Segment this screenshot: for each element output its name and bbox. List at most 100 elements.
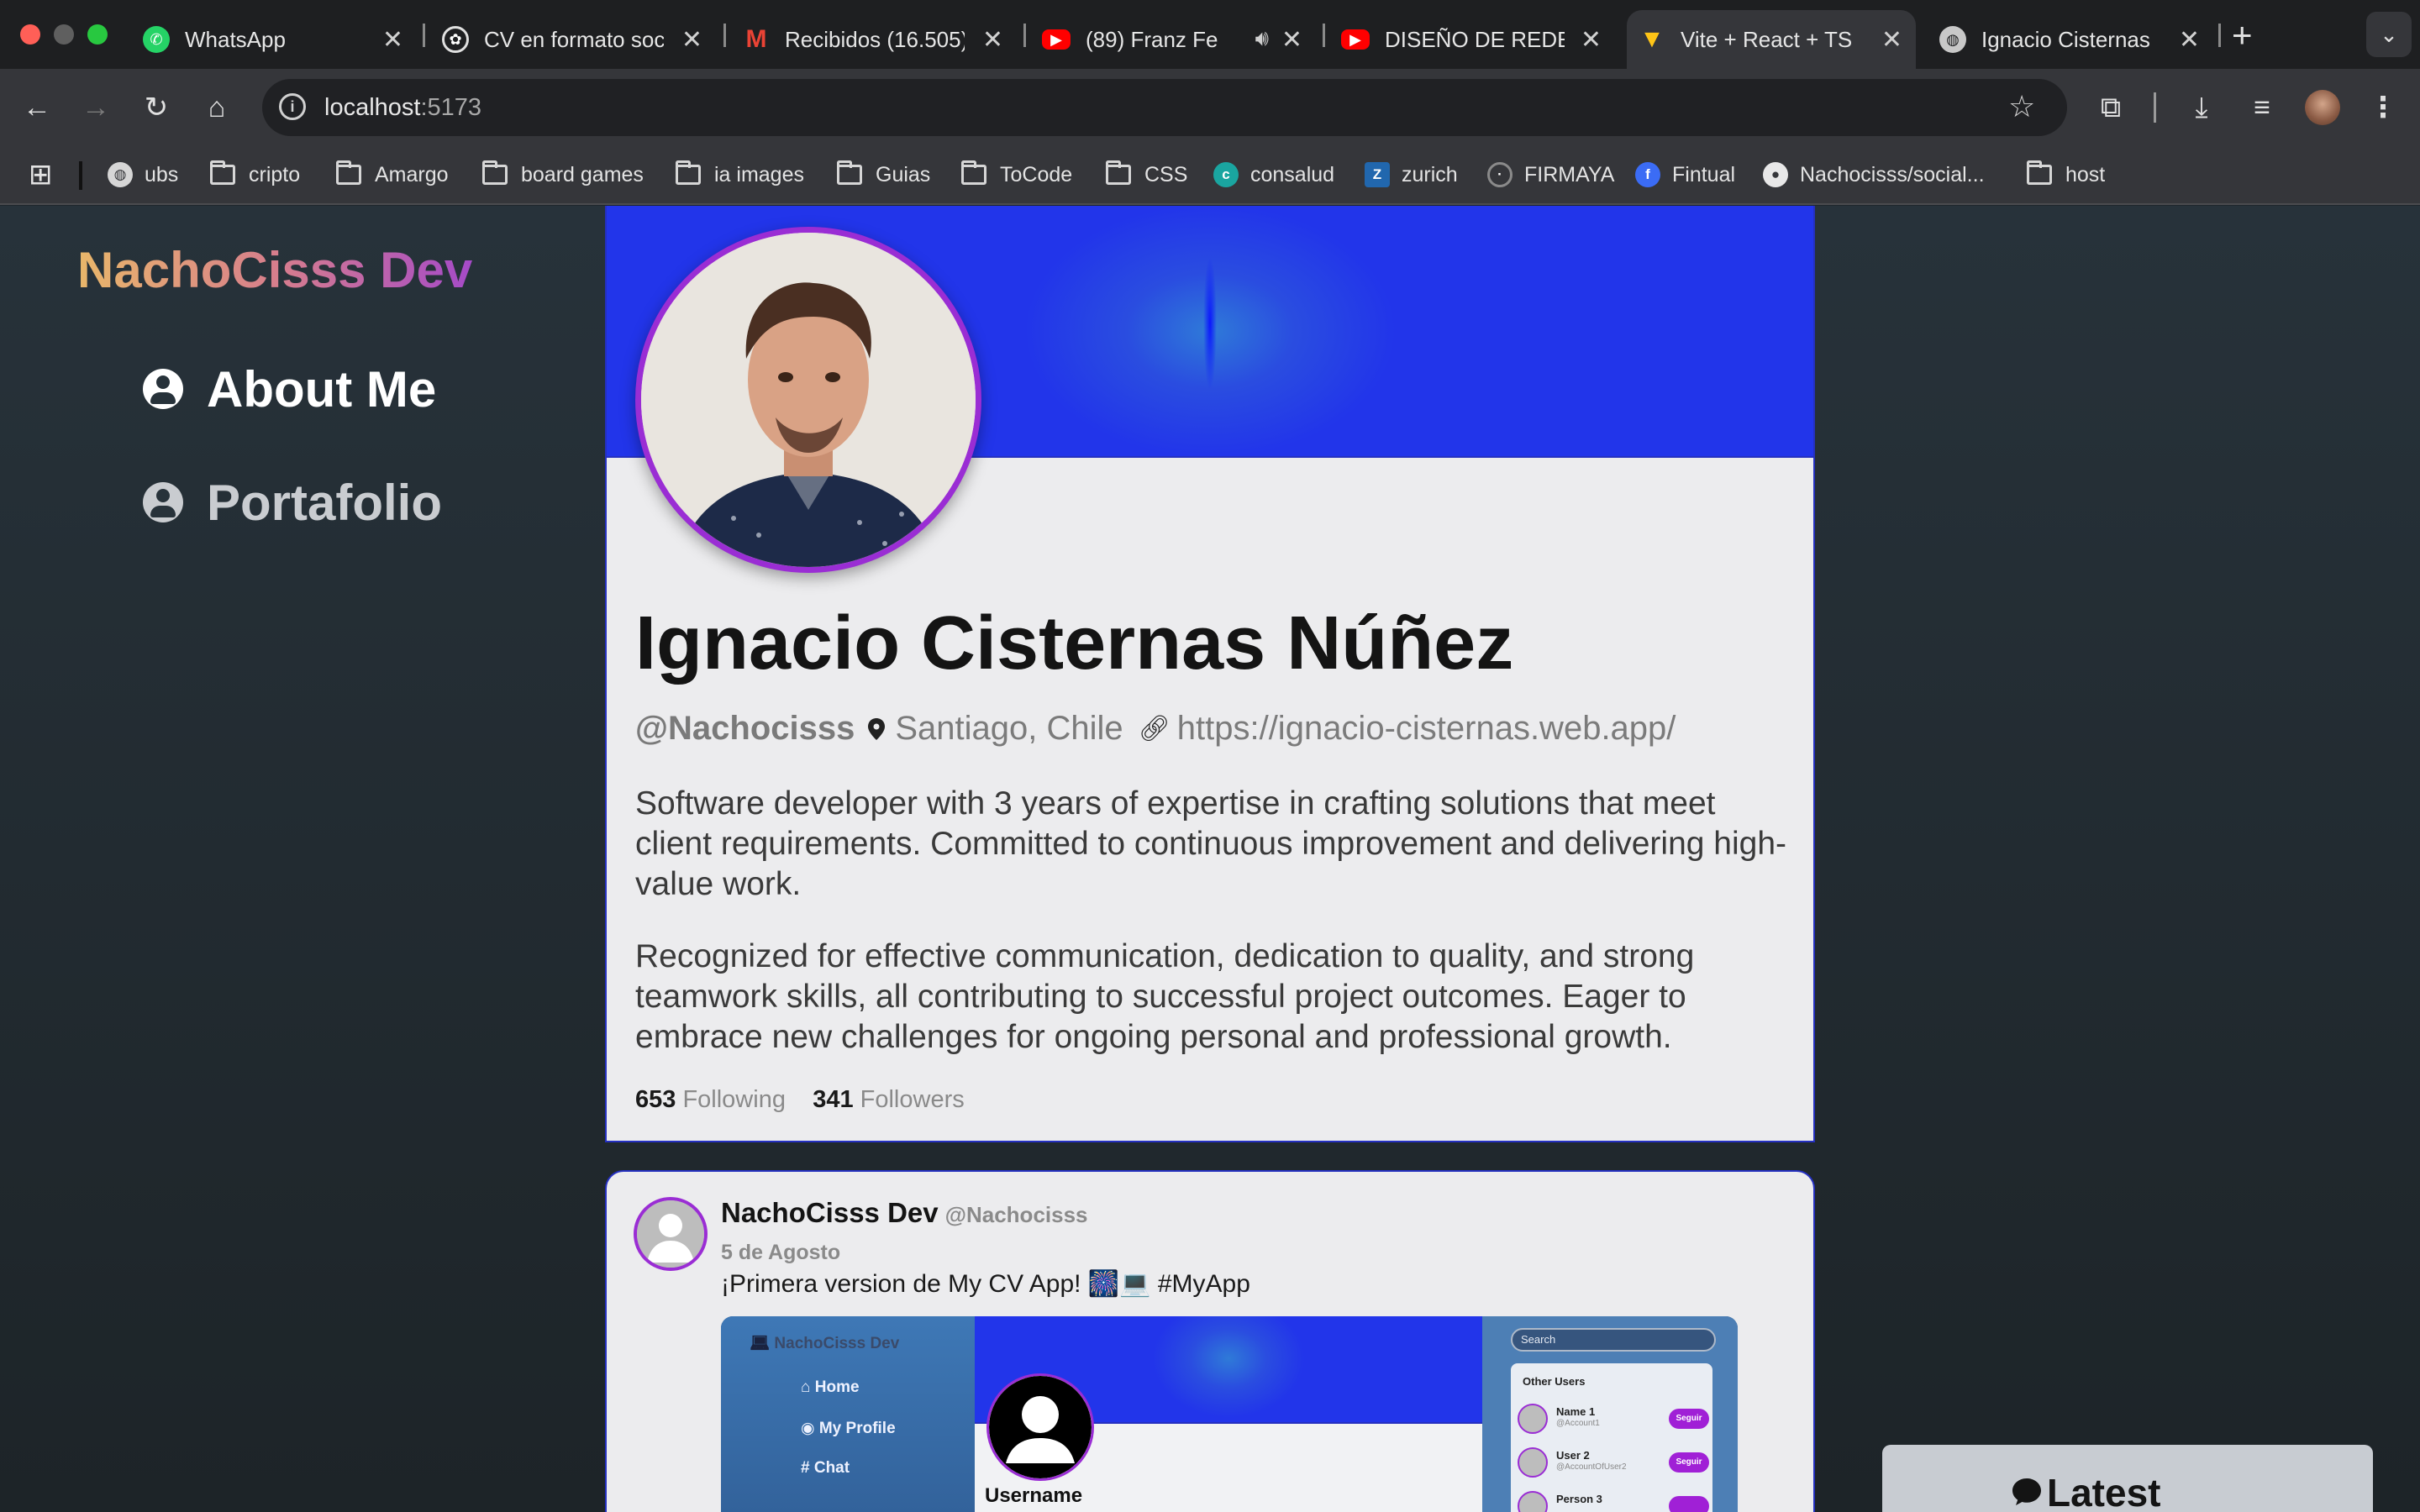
window-maximize-button[interactable] <box>87 24 108 45</box>
following-label[interactable]: Following <box>682 1086 786 1113</box>
tab-whatsapp[interactable]: ✆ WhatsApp ✕ <box>131 10 417 69</box>
extensions-icon[interactable]: ⧉ <box>2089 86 2133 129</box>
bookmark-firmaya[interactable]: · FIRMAYA <box>1487 158 1614 192</box>
post-author[interactable]: NachoCisss Dev @Nachocisss <box>721 1197 1088 1229</box>
preview-brand: 💻︎ NachoCisss Dev <box>750 1335 900 1352</box>
media-controls-icon[interactable]: ≡ <box>2240 86 2284 129</box>
bookmark-star-icon[interactable]: ☆ <box>2008 89 2035 124</box>
preview-user-row: Person 3 <box>1514 1488 1709 1512</box>
folder-icon <box>961 160 986 185</box>
latest-label: Latest <box>2047 1471 2161 1512</box>
close-tab-icon[interactable]: ✕ <box>681 25 702 55</box>
bookmark-ia-images[interactable]: ia images <box>676 158 804 192</box>
user-circle-icon <box>143 369 183 409</box>
tab-cv-formato[interactable]: ✿ CV en formato social ✕ <box>430 10 716 69</box>
bookmark-amargo[interactable]: Amargo <box>336 158 449 192</box>
menu-kebab-icon[interactable]: ⋮ <box>2361 86 2405 129</box>
close-tab-icon[interactable]: ✕ <box>1881 25 1902 55</box>
tab-youtube-redes[interactable]: ▶ DISEÑO DE REDES ✕ <box>1329 10 1615 69</box>
close-tab-icon[interactable]: ✕ <box>382 25 403 55</box>
tab-search-button[interactable]: ⌄ <box>2366 12 2412 57</box>
default-user-icon <box>1518 1447 1548 1478</box>
tab-ignacio-cisternas[interactable]: ◍ Ignacio Cisternas ✕ <box>1928 10 2213 69</box>
sidebar-item-portafolio[interactable]: Portafolio <box>143 473 442 532</box>
tab-youtube-franz[interactable]: ▶ (89) Franz Ferdinand 🔊︎ ✕ <box>1030 10 1316 69</box>
site-brand[interactable]: NachoCisss Dev <box>77 241 472 299</box>
browser-toolbar: ← → ↻ ⌂ i localhost:5173 ☆ ⧉ ⤓ ≡ ⋮ <box>0 69 2420 146</box>
preview-nav-chat: # Chat <box>801 1459 850 1477</box>
close-tab-icon[interactable]: ✕ <box>2179 25 2200 55</box>
preview-main: Username <box>975 1316 1482 1512</box>
profile-avatar <box>635 227 981 573</box>
folder-icon <box>1106 160 1131 185</box>
post-author-avatar[interactable] <box>634 1197 708 1271</box>
bookmark-host[interactable]: host <box>2027 158 2105 192</box>
apps-grid-icon[interactable]: ⊞ <box>29 158 53 192</box>
profile-photo <box>641 233 976 567</box>
close-tab-icon[interactable]: ✕ <box>1281 25 1302 55</box>
profile-website-link[interactable]: https://ignacio-cisternas.web.app/ <box>1177 710 1676 748</box>
post-card: NachoCisss Dev @Nachocisss 5 de Agosto ¡P… <box>605 1170 1815 1512</box>
close-tab-icon[interactable]: ✕ <box>982 25 1003 55</box>
folder-icon <box>482 160 508 185</box>
window-close-button[interactable] <box>20 24 40 45</box>
profile-name: Ignacio Cisternas Núñez <box>635 601 1514 685</box>
browser-tab-bar: ✆ WhatsApp ✕ ✿ CV en formato social ✕ M … <box>0 0 2420 69</box>
download-icon[interactable]: ⤓ <box>2180 86 2223 129</box>
profile-handle: @Nachocisss <box>635 710 855 747</box>
tab-gmail[interactable]: M Recibidos (16.505) ✕ <box>731 10 1017 69</box>
link-icon: 🔗︎ <box>1138 715 1171 743</box>
speaker-icon[interactable]: 🔊︎ <box>1255 25 1269 52</box>
bookmark-ubs[interactable]: ◍ ubs <box>108 158 178 192</box>
bookmark-fintual[interactable]: f Fintual <box>1635 158 1735 192</box>
globe-icon: ◍ <box>1939 26 1966 53</box>
profile-location: Santiago, Chile <box>895 710 1123 747</box>
site-info-icon[interactable]: i <box>279 93 306 120</box>
firmaya-icon: · <box>1487 162 1512 187</box>
page-viewport: NachoCisss Dev About Me Portafolio Ignac… <box>0 206 2420 1512</box>
post-handle: @Nachocisss <box>944 1202 1088 1227</box>
bookmark-cripto[interactable]: cripto <box>210 158 300 192</box>
bookmark-zurich[interactable]: Zzurich <box>1365 158 1458 192</box>
default-user-icon <box>1518 1404 1548 1434</box>
default-user-icon <box>989 1376 1092 1478</box>
post-image[interactable]: 💻︎ NachoCisss Dev ⌂ Home ◉ My Profile # … <box>721 1316 1738 1512</box>
profile-bio-paragraph-1: Software developer with 3 years of exper… <box>635 785 1787 902</box>
bookmark-board-games[interactable]: board games <box>482 158 644 192</box>
new-tab-button[interactable]: + <box>2232 15 2253 55</box>
bookmark-github-social[interactable]: ● Nachocisss/social... <box>1763 158 1985 192</box>
address-bar[interactable]: i localhost:5173 ☆ <box>262 79 2067 136</box>
profile-meta: @Nachocisss Santiago, Chile 🔗︎ https://i… <box>635 710 1676 748</box>
profile-card: Ignacio Cisternas Núñez @Nachocisss Sant… <box>605 206 1815 1142</box>
close-tab-icon[interactable]: ✕ <box>1581 25 1602 55</box>
bookmark-guias[interactable]: Guias <box>837 158 930 192</box>
profile-avatar-icon[interactable] <box>2301 86 2344 129</box>
openai-icon: ✿ <box>442 26 469 53</box>
zurich-icon: Z <box>1365 162 1390 187</box>
bookmark-css[interactable]: CSS <box>1106 158 1187 192</box>
globe-icon: ◍ <box>108 162 133 187</box>
user-circle-icon: ◉ <box>801 1420 819 1437</box>
post-date: 5 de Agosto <box>721 1241 841 1264</box>
github-icon: ● <box>1763 162 1788 187</box>
default-user-icon <box>637 1200 704 1268</box>
user-circle-icon <box>143 482 183 522</box>
default-user-icon <box>1518 1491 1548 1512</box>
tab-vite-react[interactable]: ▼ Vite + React + TS ✕ <box>1627 10 1916 69</box>
home-icon[interactable]: ⌂ <box>195 86 239 129</box>
bookmark-tocode[interactable]: ToCode <box>961 158 1072 192</box>
window-minimize-button[interactable] <box>54 24 74 45</box>
preview-nav-home: ⌂ Home <box>801 1378 860 1396</box>
followers-count: 341 <box>813 1086 854 1113</box>
latest-panel[interactable]: Latest <box>1882 1445 2373 1512</box>
sidebar-item-about-me[interactable]: About Me <box>143 360 436 418</box>
bookmark-consalud[interactable]: c consalud <box>1213 158 1334 192</box>
followers-label[interactable]: Followers <box>860 1086 965 1113</box>
preview-follow-button: Seguir <box>1669 1452 1709 1473</box>
preview-user-row: User 2 @AccountOfUser2 Seguir <box>1514 1444 1709 1479</box>
location-pin-icon <box>868 717 886 740</box>
reload-icon[interactable]: ↻ <box>134 86 178 129</box>
hash-icon: # <box>801 1459 814 1477</box>
forward-arrow-icon[interactable]: → <box>74 86 118 129</box>
back-arrow-icon[interactable]: ← <box>15 86 59 129</box>
